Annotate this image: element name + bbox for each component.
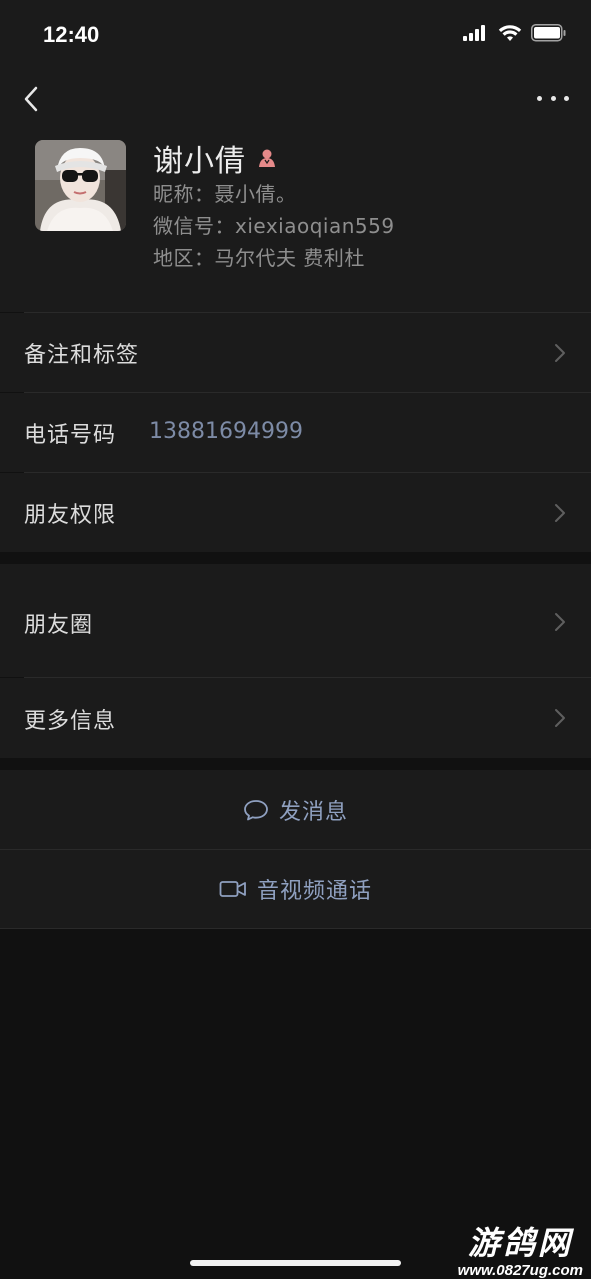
watermark-title: 游鸽网 bbox=[467, 1224, 573, 1262]
friend-permissions-row[interactable]: 朋友权限 bbox=[0, 473, 591, 552]
video-call-label: 音视频通话 bbox=[256, 879, 372, 904]
video-camera-icon bbox=[219, 881, 246, 897]
avatar[interactable] bbox=[35, 140, 126, 231]
avatar-image bbox=[35, 140, 126, 231]
remarks-and-tags-row[interactable]: 备注和标签 bbox=[0, 313, 591, 392]
nickname-line: 昵称：聂小倩。 bbox=[153, 178, 297, 207]
profile-header: 谢小倩 昵称：聂小倩。 微信号：xiexiaoqian559 地区：马尔代夫 费… bbox=[0, 132, 591, 312]
contact-name: 谢小倩 bbox=[153, 144, 246, 179]
wechat-id-value: xiexiaoqian559 bbox=[235, 214, 395, 238]
chevron-right-icon bbox=[555, 709, 565, 727]
watermark-url: www.0827ug.com bbox=[457, 1262, 583, 1279]
status-time: 12:40 bbox=[43, 22, 100, 47]
moments-label: 朋友圈 bbox=[24, 613, 94, 638]
wechat-id-label: 微信号： bbox=[153, 214, 235, 238]
more-info-label: 更多信息 bbox=[24, 709, 117, 734]
chevron-right-icon bbox=[555, 344, 565, 362]
friend-permissions-label: 朋友权限 bbox=[24, 503, 117, 528]
chat-bubble-icon bbox=[244, 799, 268, 820]
section-gap bbox=[0, 758, 591, 770]
region-line: 地区：马尔代夫 费利杜 bbox=[153, 242, 365, 271]
nickname-value: 聂小倩。 bbox=[214, 182, 297, 206]
watermark: 游鸽网 www.0827ug.com bbox=[458, 1218, 583, 1279]
chevron-right-icon bbox=[555, 613, 565, 631]
video-call-button[interactable]: 音视频通话 bbox=[0, 850, 591, 928]
status-bar: 12:40 bbox=[0, 0, 591, 66]
moments-row[interactable]: 朋友圈 bbox=[0, 564, 591, 677]
send-message-label: 发消息 bbox=[278, 799, 348, 825]
phone-number-value[interactable]: 13881694999 bbox=[149, 419, 303, 444]
phone-number-row[interactable]: 电话号码 13881694999 bbox=[0, 393, 591, 472]
divider bbox=[0, 928, 591, 929]
send-message-button[interactable]: 发消息 bbox=[0, 770, 591, 849]
wechat-id-line: 微信号：xiexiaoqian559 bbox=[153, 210, 395, 239]
name-row: 谢小倩 bbox=[153, 136, 278, 180]
battery-icon bbox=[531, 24, 566, 42]
region-value: 马尔代夫 费利杜 bbox=[214, 246, 365, 270]
chevron-right-icon bbox=[555, 504, 565, 522]
nickname-label: 昵称： bbox=[153, 182, 215, 206]
remarks-and-tags-label: 备注和标签 bbox=[24, 343, 140, 368]
region-label: 地区： bbox=[153, 246, 215, 270]
back-icon[interactable] bbox=[18, 84, 48, 114]
wifi-icon bbox=[498, 25, 522, 41]
nav-bar bbox=[0, 66, 591, 132]
cellular-signal-icon bbox=[463, 25, 485, 41]
more-info-row[interactable]: 更多信息 bbox=[0, 678, 591, 758]
more-options-icon[interactable] bbox=[537, 86, 569, 110]
status-icons bbox=[463, 24, 567, 42]
home-indicator[interactable] bbox=[190, 1260, 401, 1266]
phone-number-label: 电话号码 bbox=[24, 423, 117, 448]
female-gender-icon bbox=[259, 149, 275, 167]
section-gap bbox=[0, 552, 591, 564]
